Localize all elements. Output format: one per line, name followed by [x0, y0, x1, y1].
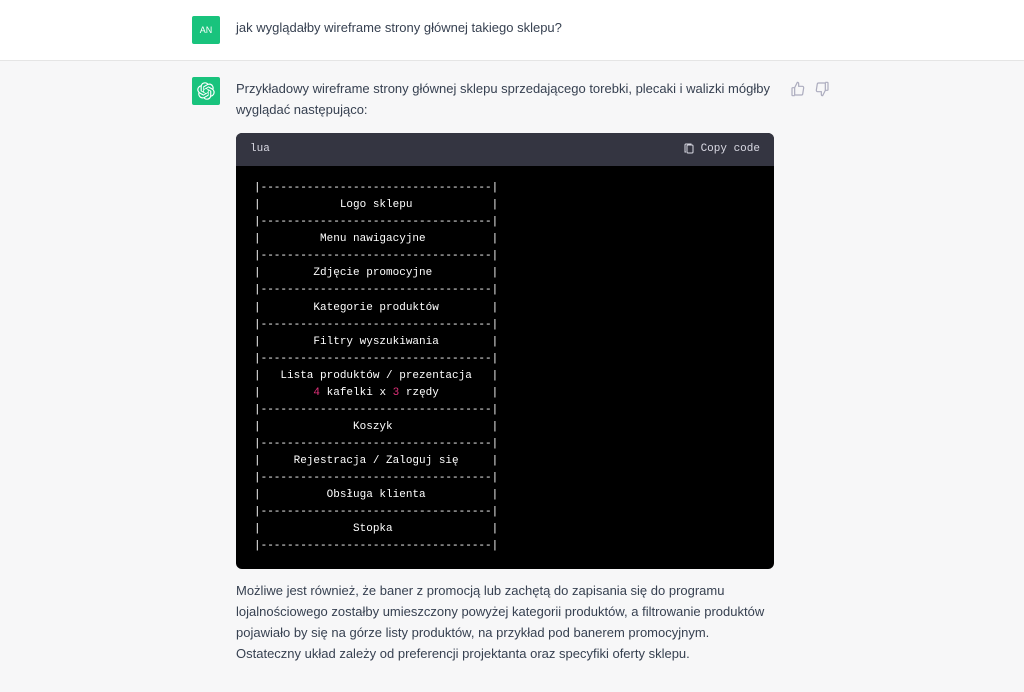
assistant-message-content: Przykładowy wireframe strony głównej skl…	[236, 77, 774, 676]
user-avatar: AN	[192, 16, 220, 44]
assistant-message-inner: Przykładowy wireframe strony głównej skl…	[192, 77, 832, 676]
assistant-outro-text: Możliwe jest również, że baner z promocj…	[236, 581, 774, 664]
copy-code-button[interactable]: Copy code	[683, 141, 760, 159]
user-message-inner: AN jak wyglądałby wireframe strony główn…	[192, 16, 832, 44]
thumbs-down-icon	[814, 81, 830, 97]
code-content: |-----------------------------------| | …	[236, 166, 774, 569]
code-block: lua Copy code |-------------------------…	[236, 133, 774, 570]
assistant-intro-text: Przykładowy wireframe strony głównej skl…	[236, 79, 774, 121]
thumbs-up-icon	[790, 81, 806, 97]
message-actions	[790, 77, 832, 676]
openai-logo-icon	[197, 82, 215, 100]
user-message-row: AN jak wyglądałby wireframe strony główn…	[0, 0, 1024, 61]
code-language-label: lua	[250, 141, 270, 159]
assistant-message-row: Przykładowy wireframe strony głównej skl…	[0, 61, 1024, 692]
code-header: lua Copy code	[236, 133, 774, 167]
thumbs-down-button[interactable]	[814, 81, 832, 99]
assistant-avatar	[192, 77, 220, 105]
user-message-content: jak wyglądałby wireframe strony głównej …	[236, 16, 832, 44]
copy-code-label: Copy code	[701, 141, 760, 159]
clipboard-icon	[683, 143, 695, 155]
thumbs-up-button[interactable]	[790, 81, 808, 99]
user-message-text: jak wyglądałby wireframe strony głównej …	[236, 20, 562, 35]
